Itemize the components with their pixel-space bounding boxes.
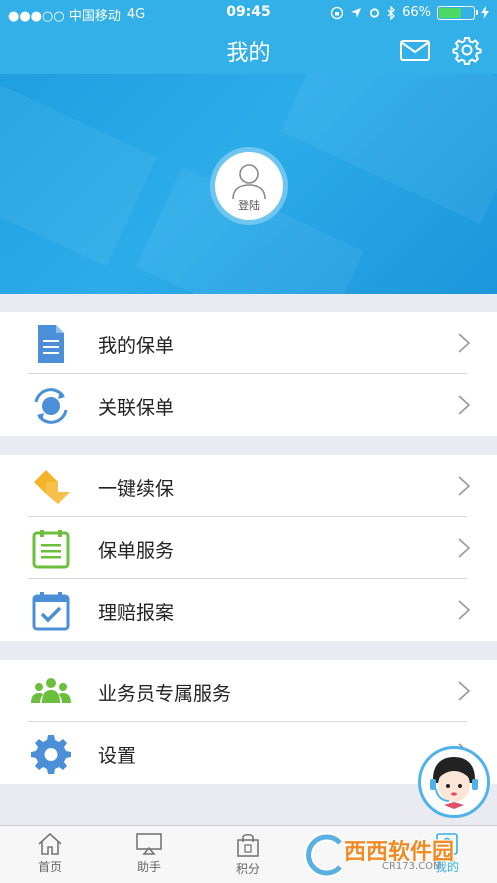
renew-icon <box>34 470 70 504</box>
tab-points[interactable]: 积分 <box>213 832 283 877</box>
alarm-icon <box>369 8 380 18</box>
mail-icon[interactable] <box>399 36 431 64</box>
document-icon <box>38 325 64 363</box>
menu-item-label: 我的保单 <box>98 335 175 357</box>
tab-label: 首页 <box>37 860 62 874</box>
sync-icon <box>34 388 68 424</box>
menu-item-linked-policies[interactable]: 关联保单 <box>0 374 497 436</box>
hero-decoration <box>0 81 157 267</box>
menu-item-label: 保单服务 <box>98 540 175 562</box>
login-label: 登陆 <box>238 199 260 212</box>
profile-header: 登陆 <box>0 74 497 294</box>
chevron-right-icon <box>458 333 471 353</box>
menu-item-label: 设置 <box>98 745 137 767</box>
location-icon <box>351 7 362 18</box>
menu-item-label: 业务员专属服务 <box>98 683 232 705</box>
menu-item-my-policies[interactable]: 我的保单 <box>0 312 497 374</box>
chevron-right-icon <box>458 600 471 620</box>
avatar-button[interactable]: 登陆 <box>210 147 288 225</box>
menu-item-one-click-renewal[interactable]: 一键续保 <box>0 455 497 517</box>
chevron-right-icon <box>458 395 471 415</box>
clipboard-icon <box>32 530 70 569</box>
status-bar: ●●●○○ 中国移动 4G 09:45 66% <box>0 0 497 26</box>
nav-bar: 我的 <box>0 26 497 74</box>
chevron-right-icon <box>458 476 471 496</box>
menu-group-policies: 我的保单 关联保单 <box>0 312 497 436</box>
tab-label: 助手 <box>136 860 161 874</box>
avatar: 登陆 <box>215 152 283 220</box>
battery-icon <box>437 5 478 20</box>
charging-icon <box>481 6 489 19</box>
menu-group-services: 一键续保 保单服务 理赔报案 <box>0 455 497 641</box>
orientation-lock-icon <box>330 6 344 19</box>
home-icon <box>38 832 62 855</box>
menu-item-claim-report[interactable]: 理赔报案 <box>0 579 497 641</box>
hero-decoration <box>280 74 497 224</box>
tab-assistant[interactable]: 助手 <box>114 832 184 875</box>
menu-item-label: 关联保单 <box>98 397 175 419</box>
chevron-right-icon <box>458 681 471 701</box>
menu-item-label: 一键续保 <box>98 478 175 500</box>
watermark-logo: 西西软件园 CR173.COM <box>300 830 495 880</box>
customer-service-button[interactable] <box>418 746 490 818</box>
calendar-check-icon <box>32 592 70 631</box>
menu-item-agent-service[interactable]: 业务员专属服务 <box>0 660 497 722</box>
watermark-c-icon <box>304 832 344 878</box>
gear-icon[interactable] <box>452 35 482 65</box>
customer-service-avatar-icon <box>430 757 478 809</box>
gear-icon <box>31 735 71 774</box>
menu-item-policy-service[interactable]: 保单服务 <box>0 517 497 579</box>
menu-item-label: 理赔报案 <box>98 602 175 624</box>
monitor-icon <box>136 833 162 855</box>
tab-home[interactable]: 首页 <box>15 832 85 875</box>
bluetooth-icon <box>387 5 396 20</box>
people-icon <box>31 678 71 703</box>
tab-label: 积分 <box>235 862 260 876</box>
shopping-bag-icon <box>237 833 259 857</box>
watermark-sub: CR173.COM <box>382 861 442 872</box>
battery-fill <box>439 7 461 18</box>
battery-percent: 66% <box>402 5 431 20</box>
chevron-right-icon <box>458 538 471 558</box>
